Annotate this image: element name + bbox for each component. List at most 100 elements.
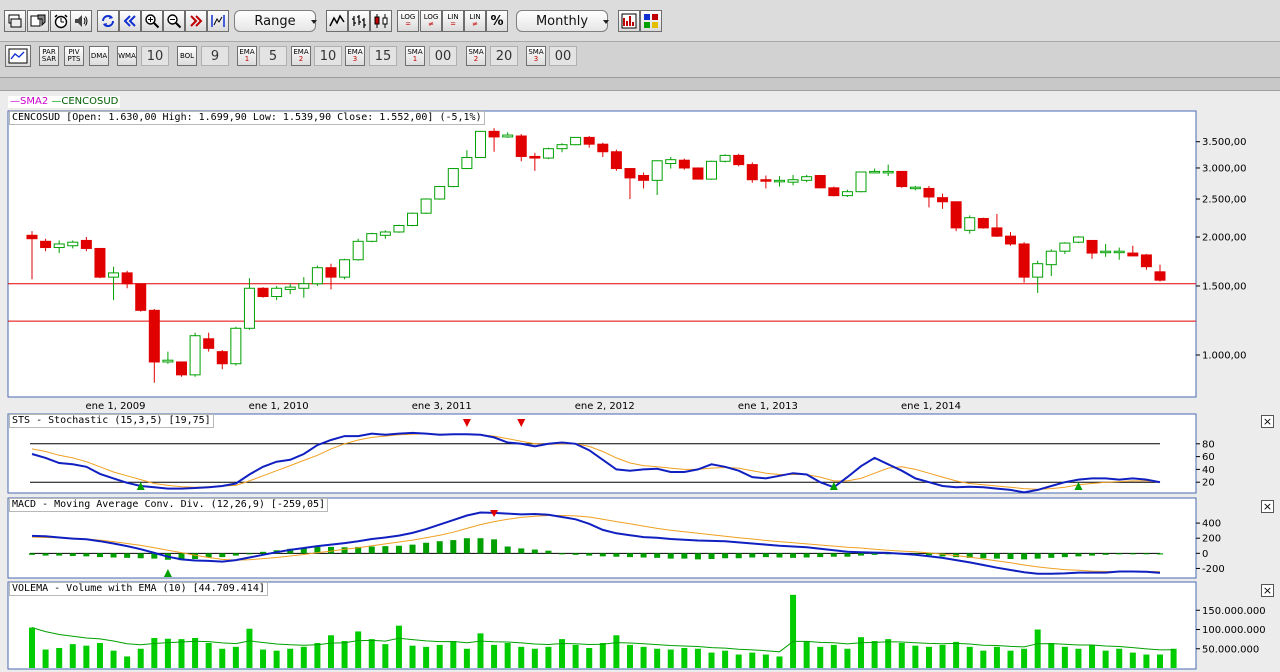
- candle-body: [719, 154, 731, 162]
- scroll-back-icon[interactable]: [119, 10, 141, 32]
- candle: [420, 198, 432, 214]
- volume-bar: [450, 641, 457, 668]
- candle-body: [937, 197, 949, 203]
- volume-bar: [232, 646, 239, 668]
- dma-button[interactable]: DMA: [89, 46, 109, 66]
- candle-body: [1100, 250, 1112, 254]
- candle-body: [991, 227, 1003, 237]
- stoch-y-tick-label: 60: [1202, 452, 1215, 463]
- ema1-period-field[interactable]: 5: [259, 46, 287, 66]
- lin-notequal-sub: ≠: [472, 20, 478, 28]
- macd-histogram-bar: [1021, 553, 1028, 560]
- price-y-tick-label: 3.500,00: [1202, 137, 1247, 148]
- candle-body: [447, 168, 459, 188]
- par-sar-sub: SAR: [41, 55, 57, 63]
- candlestick-chart-icon[interactable]: [370, 10, 392, 32]
- candle: [855, 171, 867, 193]
- volume-y-tick-label: 50.000.000: [1202, 644, 1259, 655]
- volume-bar: [545, 646, 552, 668]
- ema3-button[interactable]: EMA 3: [345, 46, 365, 66]
- sma3-period-field[interactable]: 00: [549, 46, 577, 66]
- volume-bar: [1007, 650, 1014, 668]
- candle: [447, 167, 459, 188]
- lin-notequal-button[interactable]: LIN ≠: [464, 10, 486, 32]
- piv-pts-button[interactable]: PIV PTS: [64, 46, 84, 66]
- candle-body: [352, 240, 364, 261]
- percent-label: %: [490, 13, 504, 29]
- wma-button[interactable]: WMA: [117, 46, 137, 66]
- volume-bar: [395, 625, 402, 668]
- range-dropdown[interactable]: Range: [234, 10, 316, 32]
- candle-body: [488, 130, 500, 138]
- log-equal-button[interactable]: LOG =: [397, 10, 419, 32]
- volume-bar: [1075, 648, 1082, 668]
- candle-body: [801, 176, 813, 181]
- sma1-period-field[interactable]: 00: [429, 46, 457, 66]
- percent-button[interactable]: %: [486, 10, 508, 32]
- macd-histogram-bar: [260, 551, 267, 554]
- alarm-clock-icon[interactable]: [50, 10, 72, 32]
- macd-histogram-bar: [436, 541, 443, 554]
- macd-histogram-bar: [1007, 553, 1014, 559]
- par-sar-button[interactable]: PAR SAR: [39, 46, 59, 66]
- macd-histogram-bar: [817, 553, 824, 558]
- speaker-icon[interactable]: [70, 10, 92, 32]
- close-volume-icon[interactable]: ×: [1261, 584, 1274, 597]
- ema1-button[interactable]: EMA 1: [237, 46, 257, 66]
- bol-period-field[interactable]: 9: [201, 46, 229, 66]
- print-icon[interactable]: [4, 10, 26, 32]
- ema1-sub: 1: [244, 55, 250, 63]
- indicator-chart-icon[interactable]: [5, 45, 31, 67]
- macd-histogram-bar: [1075, 553, 1082, 557]
- log-notequal-button[interactable]: LOG ≠: [420, 10, 442, 32]
- color-scheme-icon[interactable]: [640, 10, 662, 32]
- candle: [1072, 236, 1084, 244]
- scroll-forward-icon[interactable]: [185, 10, 207, 32]
- volume-bar: [341, 641, 348, 668]
- price-x-tick-label: ene 1, 2014: [901, 401, 961, 412]
- ema3-period-field[interactable]: 15: [369, 46, 397, 66]
- lin-equal-button[interactable]: LIN =: [442, 10, 464, 32]
- macd-histogram-bar: [735, 553, 742, 559]
- candle-body: [80, 239, 92, 249]
- candle: [678, 158, 690, 170]
- macd-histogram-bar: [1089, 553, 1096, 556]
- range-dropdown-label: Range: [254, 13, 296, 29]
- candle-body: [1059, 242, 1071, 252]
- volume-bar: [925, 646, 932, 668]
- interval-dropdown-arrow-icon: [603, 20, 609, 24]
- save-icon[interactable]: [27, 10, 49, 32]
- wma-period-field[interactable]: 10: [141, 46, 169, 66]
- zoom-out-icon[interactable]: [163, 10, 185, 32]
- sma2-button[interactable]: SMA 2: [466, 46, 486, 66]
- ema2-button[interactable]: EMA 2: [291, 46, 311, 66]
- macd-histogram-bar: [96, 553, 103, 558]
- stoch-y-tick-label: 40: [1202, 465, 1215, 476]
- interval-dropdown[interactable]: Monthly: [516, 10, 608, 32]
- sma1-button[interactable]: SMA 1: [405, 46, 425, 66]
- ema2-period-field[interactable]: 10: [314, 46, 342, 66]
- candle: [189, 332, 201, 377]
- bol-button[interactable]: BOL: [177, 46, 197, 66]
- range-dropdown-arrow-icon: [311, 20, 317, 24]
- fit-chart-icon[interactable]: [207, 10, 229, 32]
- macd-histogram-bar: [626, 553, 633, 558]
- candle-body: [26, 234, 38, 240]
- chart-settings-icon[interactable]: [618, 10, 640, 32]
- bar-chart-icon[interactable]: [348, 10, 370, 32]
- macd-histogram-bar: [722, 553, 729, 559]
- sma3-button[interactable]: SMA 3: [526, 46, 546, 66]
- line-chart-icon[interactable]: [326, 10, 348, 32]
- candle-body: [203, 338, 215, 349]
- price-y-tick-label: 2.000,00: [1202, 233, 1247, 244]
- sma2-period-field[interactable]: 20: [490, 46, 518, 66]
- candle-body: [597, 143, 609, 153]
- volume-bar: [436, 644, 443, 668]
- volume-bar: [355, 631, 362, 668]
- close-stochastic-icon[interactable]: ×: [1261, 415, 1274, 428]
- close-macd-icon[interactable]: ×: [1261, 500, 1274, 513]
- volume-bar: [694, 648, 701, 668]
- zoom-in-icon[interactable]: [141, 10, 163, 32]
- volume-bar: [531, 648, 538, 668]
- refresh-icon[interactable]: [97, 10, 119, 32]
